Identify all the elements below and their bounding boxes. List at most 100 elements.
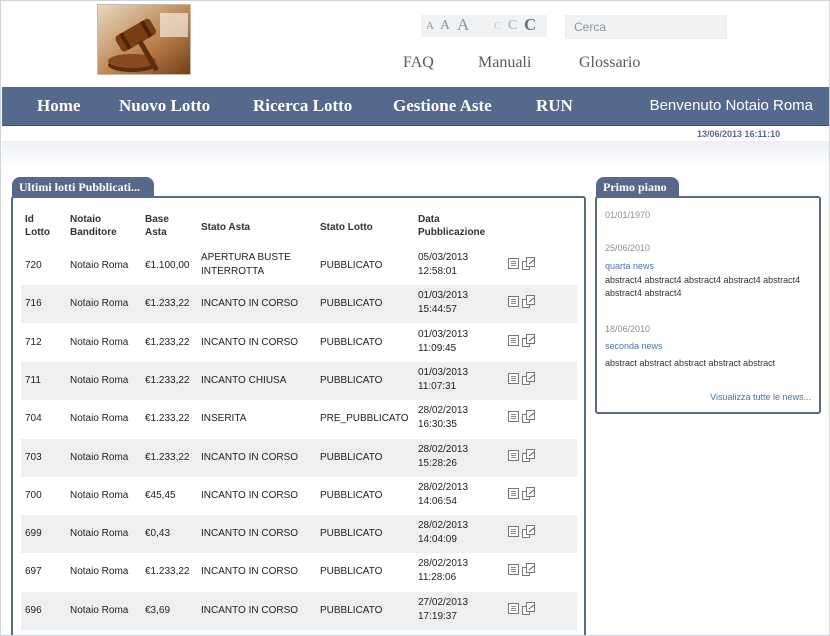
copy-lot-icon[interactable] (521, 257, 536, 273)
news-abstract: abstract abstract abstract abstract abst… (605, 358, 776, 368)
cell-data-pubblicazione: 01/03/2013 15:44:57 (418, 290, 469, 316)
news-title-link[interactable]: seconda news (605, 341, 663, 351)
row-actions (507, 448, 537, 465)
copy-lot-icon[interactable] (521, 601, 536, 618)
cell-stato-asta: INCANTO IN CORSO (201, 528, 299, 540)
table-row[interactable]: 696 Notaio Roma €3,69 INCANTO IN CORSO PUBBL… (21, 591, 577, 630)
view-details-icon[interactable] (507, 410, 520, 426)
view-details-icon[interactable] (507, 257, 520, 273)
cell-stato-asta: INCANTO IN CORSO (201, 336, 299, 348)
row-actions (507, 410, 537, 426)
cell-id: 704 (25, 413, 42, 425)
col-notaio-header: Notaio Banditore (70, 214, 117, 238)
col-stato-lotto-header: Stato Lotto (320, 222, 373, 233)
glossario-link[interactable]: Glossario (579, 54, 640, 72)
cell-base-asta: €1.233,22 (145, 336, 190, 348)
copy-lot-icon[interactable] (521, 486, 536, 503)
table-row[interactable]: 716 Notaio Roma €1.233,22 INCANTO IN CORSO P… (21, 285, 577, 324)
cell-base-asta: €3,69 (145, 604, 171, 616)
table-row[interactable]: 712 Notaio Roma €1.233,22 INCANTO IN CORSO P… (21, 324, 577, 362)
copy-lot-icon[interactable] (521, 448, 536, 465)
cell-stato-asta: INSERITA (201, 413, 247, 425)
cell-base-asta: €45,45 (145, 489, 176, 501)
cell-base-asta: €1.233,22 (145, 413, 190, 425)
cell-notaio: Notaio Roma (70, 336, 129, 348)
table-row[interactable]: 699 Notaio Roma €0,43 INCANTO IN CORSO PUBBL… (21, 515, 577, 554)
cell-stato-asta: INCANTO IN CORSO (201, 451, 299, 463)
col-data-header: Data Pubblicazione (418, 214, 486, 238)
cell-notaio: Notaio Roma (70, 298, 129, 310)
cell-data-pubblicazione: 28/02/2013 14:04:09 (418, 520, 469, 546)
copy-lot-icon[interactable] (521, 563, 536, 579)
manuali-link[interactable]: Manuali (478, 54, 531, 72)
copy-lot-icon[interactable] (521, 410, 536, 426)
view-details-icon[interactable] (507, 449, 520, 465)
cell-data-pubblicazione: 28/02/2013 15:28:26 (418, 443, 469, 469)
col-stato-asta-header: Stato Asta (201, 222, 251, 233)
cell-notaio: Notaio Roma (70, 374, 129, 386)
cell-notaio: Notaio Roma (70, 566, 129, 578)
copy-lot-icon[interactable] (521, 295, 536, 311)
copy-lot-icon[interactable] (521, 371, 536, 388)
view-details-icon[interactable] (507, 563, 520, 579)
cell-stato-lotto: PUBBLICATO (320, 298, 383, 310)
cell-id: 711 (25, 374, 41, 386)
cell-stato-asta: INCANTO IN CORSO (201, 566, 299, 578)
cell-notaio: Notaio Roma (70, 604, 129, 616)
view-details-icon[interactable] (507, 487, 520, 503)
news-panel: 01/01/1970 25/06/2010 quarta news abstra… (595, 196, 821, 414)
view-details-icon[interactable] (507, 602, 520, 618)
cell-data-pubblicazione: 28/02/2013 14:06:54 (418, 481, 469, 507)
cell-id: 700 (25, 489, 42, 501)
cell-stato-lotto: PUBBLICATO (320, 604, 383, 616)
view-all-news-link[interactable]: Visualizza tutte le news... (710, 392, 811, 402)
table-row[interactable]: 703 Notaio Roma €1.233,22 INCANTO IN CORSO P… (21, 438, 577, 477)
table-row[interactable]: 700 Notaio Roma €45,45 INCANTO IN CORSO PUBB… (21, 477, 577, 515)
cell-notaio: Notaio Roma (70, 451, 129, 463)
nav-home[interactable]: Home (37, 96, 80, 116)
cell-stato-lotto: PRE_PUBBLICATO (320, 413, 409, 425)
table-row[interactable]: 697 Notaio Roma €1.233,22 INCANTO IN CORSO P… (21, 553, 577, 591)
font-size-large[interactable]: A (457, 15, 469, 35)
view-details-icon[interactable] (507, 525, 520, 541)
cell-id: 716 (25, 298, 42, 310)
main-nav: Home Nuovo Lotto Ricerca Lotto Gestione … (2, 87, 829, 126)
view-details-icon[interactable] (507, 295, 520, 311)
row-actions (507, 257, 537, 273)
table-row[interactable]: 711 Notaio Roma €1.233,22 INCANTO CHIUSA PUB… (21, 361, 577, 400)
search-input[interactable] (565, 15, 727, 39)
row-actions (507, 295, 537, 311)
cell-data-pubblicazione: 01/03/2013 11:09:45 (418, 328, 469, 354)
welcome-message: Benvenuto Notaio Roma (649, 97, 813, 114)
nav-nuovo-lotto[interactable]: Nuovo Lotto (119, 96, 210, 116)
lots-panel: Id Lotto Notaio Banditore Base Asta Stato A… (11, 196, 586, 635)
nav-run[interactable]: RUN (536, 96, 573, 116)
nav-gestione-aste[interactable]: Gestione Aste (393, 96, 492, 116)
table-row[interactable]: 720 Notaio Roma €1.100,00 APERTURA BUSTE INT… (21, 247, 577, 285)
font-size-small[interactable]: A (426, 20, 434, 32)
view-details-icon[interactable] (507, 372, 520, 388)
cell-notaio: Notaio Roma (70, 489, 129, 501)
copy-lot-icon[interactable] (521, 525, 536, 541)
table-row[interactable]: 704 Notaio Roma €1.233,22 INSERITA PRE_PUBBL… (21, 400, 577, 438)
copy-lot-icon[interactable] (521, 333, 536, 350)
nav-ricerca-lotto[interactable]: Ricerca Lotto (253, 96, 352, 116)
cell-stato-lotto: PUBBLICATO (320, 336, 383, 348)
gavel-logo (97, 4, 191, 75)
col-id-header: Id Lotto (25, 214, 50, 238)
contrast-high[interactable]: C (524, 15, 536, 35)
cell-id: 720 (25, 260, 42, 271)
lots-panel-tab: Ultimi lotti Pubblicati... (12, 177, 154, 197)
faq-link[interactable]: FAQ (403, 54, 434, 72)
view-details-icon[interactable] (507, 334, 520, 350)
font-size-medium[interactable]: A (440, 18, 450, 34)
news-date: 18/06/2010 (605, 324, 651, 334)
contrast-low[interactable]: C (494, 20, 501, 32)
cell-notaio: Notaio Roma (70, 260, 129, 271)
news-title-link[interactable]: quarta news (605, 261, 654, 271)
cell-stato-lotto: PUBBLICATO (320, 489, 383, 501)
cell-notaio: Notaio Roma (70, 528, 129, 540)
cell-base-asta: €1.100,00 (145, 260, 190, 271)
cell-stato-asta: APERTURA BUSTE INTERROTTA (201, 252, 291, 277)
contrast-medium[interactable]: C (508, 18, 517, 34)
